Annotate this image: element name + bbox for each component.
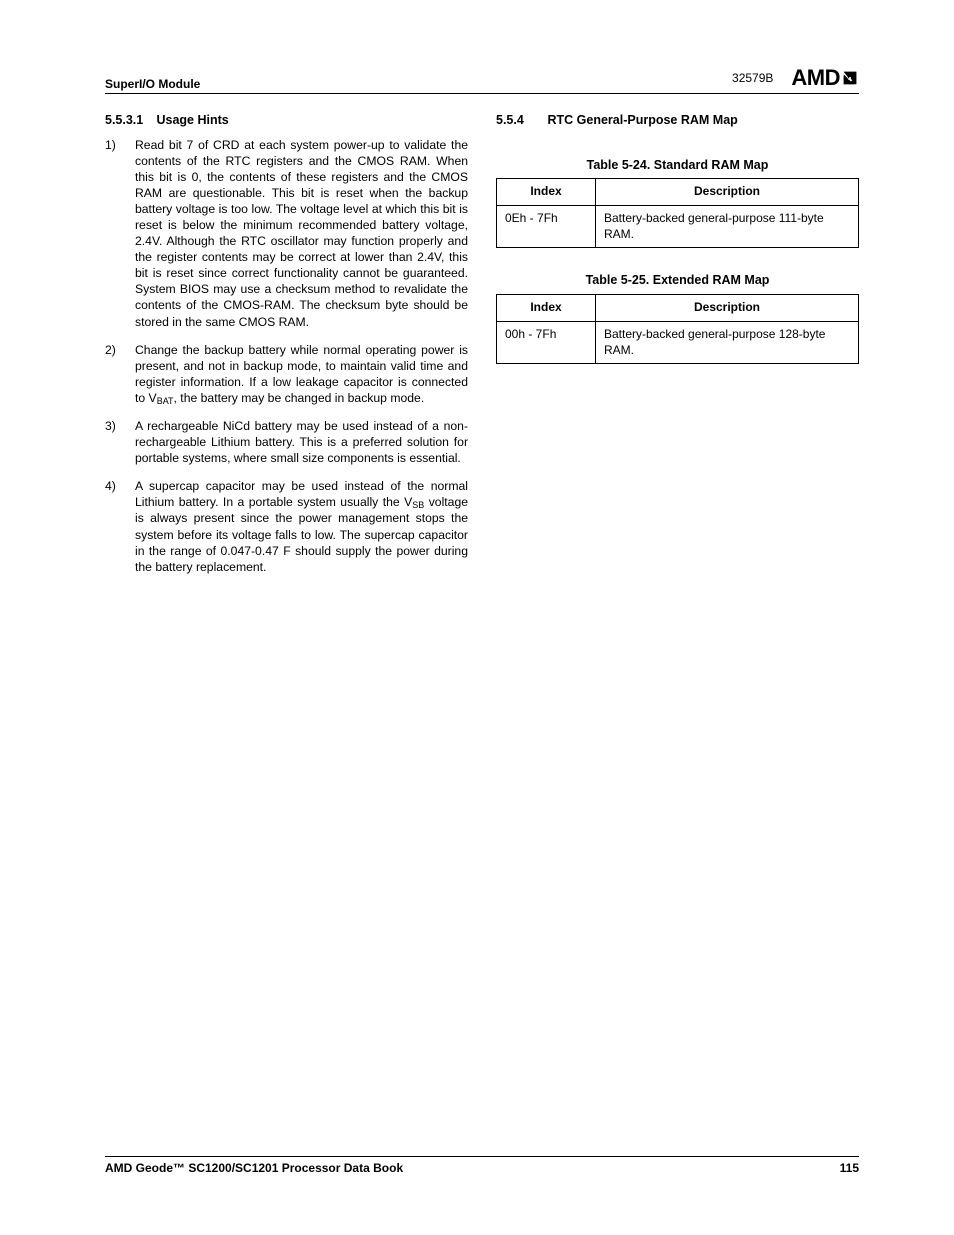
left-column: 5.5.3.1 Usage Hints 1)Read bit 7 of CRD … xyxy=(105,112,468,587)
module-name: SuperI/O Module xyxy=(105,77,200,91)
ram-map-table: IndexDescription0Eh - 7FhBattery-backed … xyxy=(496,178,859,248)
content-columns: 5.5.3.1 Usage Hints 1)Read bit 7 of CRD … xyxy=(105,112,859,587)
amd-arrow-icon xyxy=(841,69,859,87)
list-item-body: A rechargeable NiCd battery may be used … xyxy=(135,418,468,466)
list-marker: 3) xyxy=(105,418,123,466)
section-number: 5.5.4 xyxy=(496,112,544,129)
table-row: 00h - 7FhBattery-backed general-purpose … xyxy=(497,321,859,364)
table-header-cell: Index xyxy=(497,179,596,206)
footer-book-title: AMD Geode™ SC1200/SC1201 Processor Data … xyxy=(105,1161,403,1175)
table-header-cell: Index xyxy=(497,294,596,321)
list-item-body: A supercap capacitor may be used instead… xyxy=(135,478,468,575)
list-marker: 2) xyxy=(105,342,123,406)
section-heading-usage-hints: 5.5.3.1 Usage Hints xyxy=(105,112,468,129)
list-marker: 4) xyxy=(105,478,123,575)
list-item: 2)Change the backup battery while normal… xyxy=(105,342,468,406)
section-number: 5.5.3.1 xyxy=(105,112,153,129)
list-item-body: Read bit 7 of CRD at each system power-u… xyxy=(135,137,468,330)
page-header: SuperI/O Module 32579B AMD xyxy=(105,65,859,94)
amd-logo: AMD xyxy=(791,65,859,91)
list-item: 3)A rechargeable NiCd battery may be use… xyxy=(105,418,468,466)
table-header-cell: Description xyxy=(596,294,859,321)
list-item: 4)A supercap capacitor may be used inste… xyxy=(105,478,468,575)
list-item: 1)Read bit 7 of CRD at each system power… xyxy=(105,137,468,330)
section-title-text: RTC General-Purpose RAM Map xyxy=(547,113,737,127)
section-heading-ram-map: 5.5.4 RTC General-Purpose RAM Map xyxy=(496,112,859,129)
list-marker: 1) xyxy=(105,137,123,330)
table-cell: Battery-backed general-purpose 128-byte … xyxy=(596,321,859,364)
table-header-cell: Description xyxy=(596,179,859,206)
table-caption: Table 5-24. Standard RAM Map xyxy=(496,157,859,174)
table-cell: 00h - 7Fh xyxy=(497,321,596,364)
table-row: 0Eh - 7FhBattery-backed general-purpose … xyxy=(497,205,859,248)
list-item-body: Change the backup battery while normal o… xyxy=(135,342,468,406)
ram-map-table: IndexDescription00h - 7FhBattery-backed … xyxy=(496,294,859,364)
amd-logo-text: AMD xyxy=(791,65,840,91)
table-caption: Table 5-25. Extended RAM Map xyxy=(496,272,859,289)
page-footer: AMD Geode™ SC1200/SC1201 Processor Data … xyxy=(105,1156,859,1175)
footer-page-number: 115 xyxy=(840,1161,859,1175)
section-title-text: Usage Hints xyxy=(156,113,228,127)
usage-hints-list: 1)Read bit 7 of CRD at each system power… xyxy=(105,137,468,575)
tables-container: Table 5-24. Standard RAM MapIndexDescrip… xyxy=(496,157,859,365)
table-cell: 0Eh - 7Fh xyxy=(497,205,596,248)
table-cell: Battery-backed general-purpose 111-byte … xyxy=(596,205,859,248)
doc-code: 32579B xyxy=(732,71,773,85)
right-column: 5.5.4 RTC General-Purpose RAM Map Table … xyxy=(496,112,859,587)
